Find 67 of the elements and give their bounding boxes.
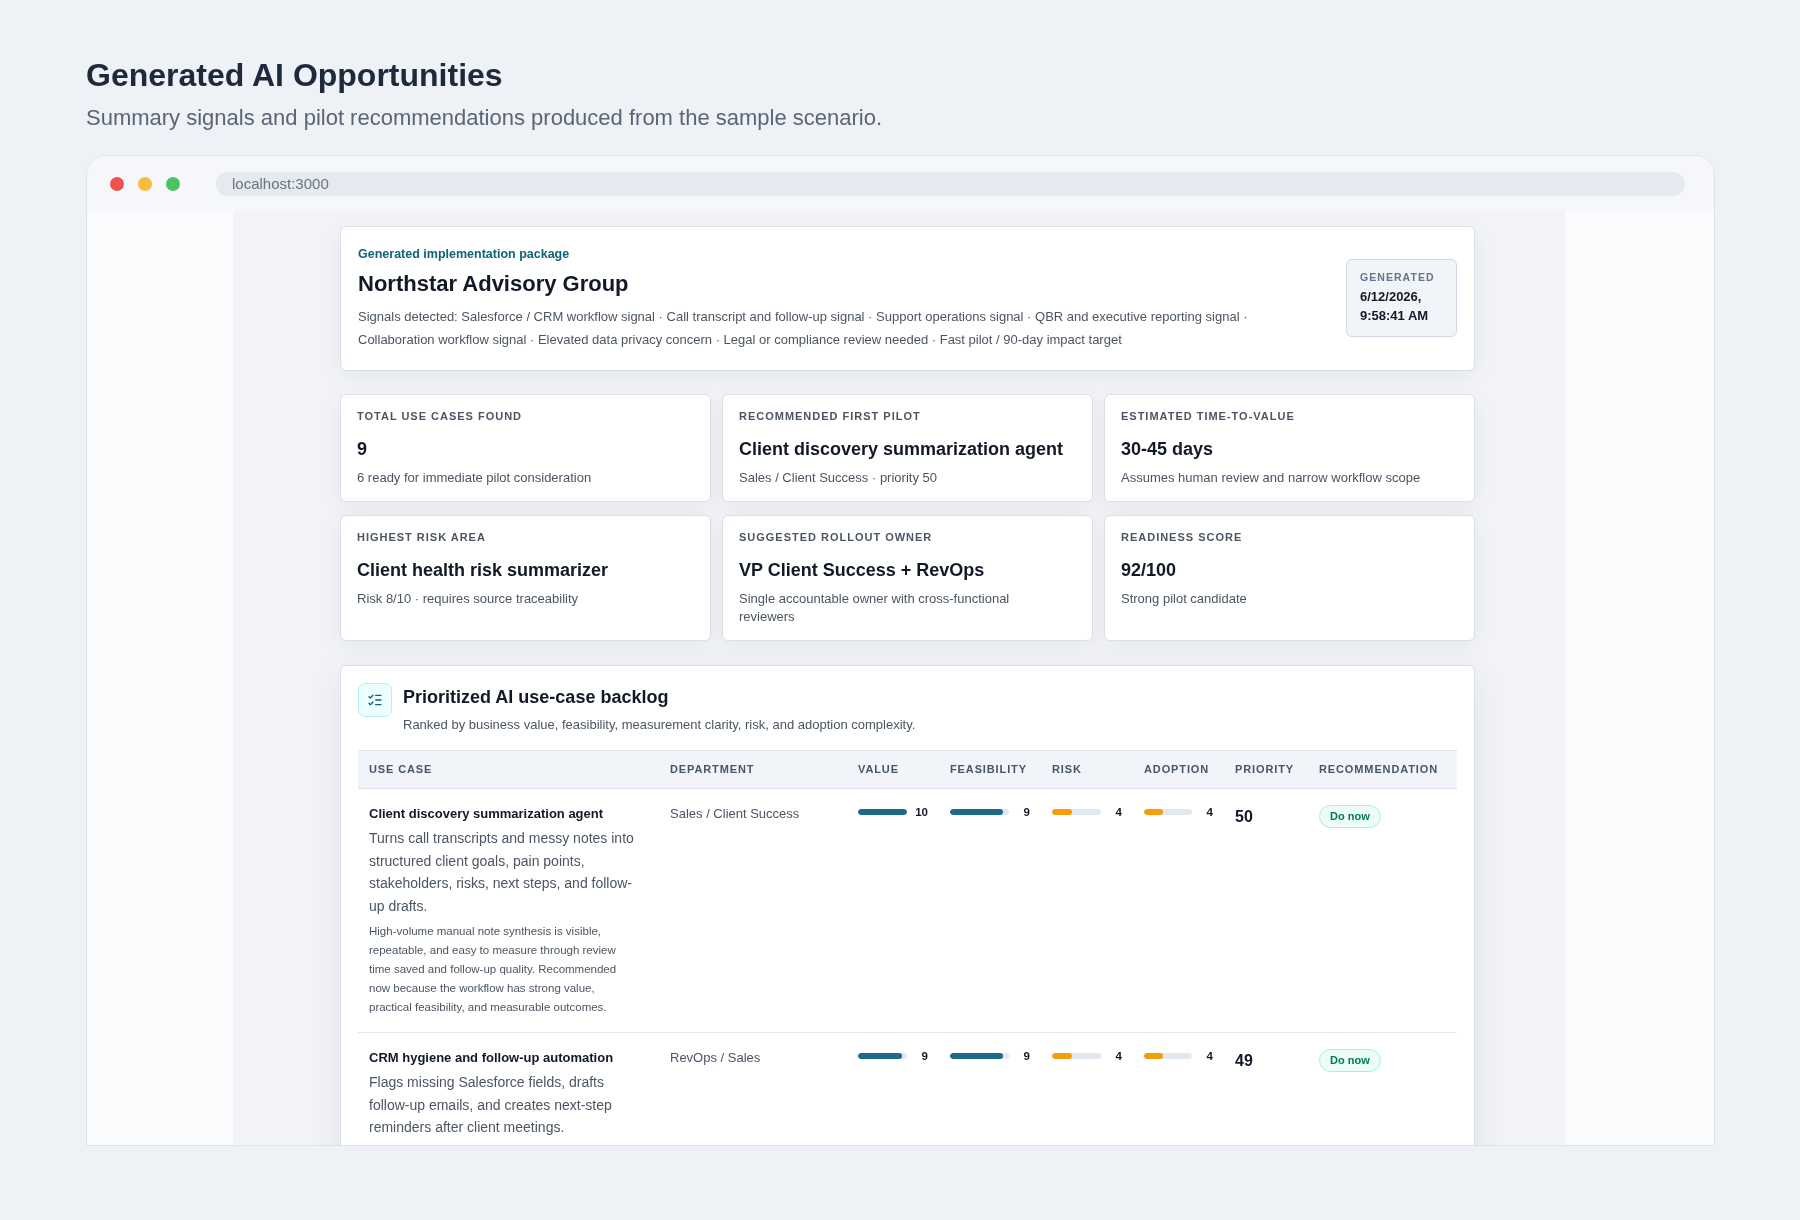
score-bar [1144,1053,1192,1059]
column-header: RECOMMENDATION [1318,762,1440,777]
use-case-description: Flags missing Salesforce fields, drafts follow-up emails, and creates next-step reminders after client meetings. [369,1073,613,1137]
score-value: 10 [914,805,928,819]
column-header: USE CASE [368,762,434,777]
score-bar [1144,809,1192,815]
score-bar [858,1053,907,1059]
minimize-dot-icon[interactable] [138,176,152,191]
priority-value: 49 [1235,1052,1253,1070]
score-bar [1052,809,1101,815]
column-header: PRIORITY [1234,762,1295,777]
column-header: ADOPTION [1143,762,1211,777]
score-value: 4 [1205,1049,1213,1063]
use-case-rationale: High-volume manual note synthesis is visible, repeatable, and easy to measure through review time saved and follow-up quality. Recommended now because the workflow has strong value, practical feasibility, and measurable outcomes. [369,924,618,1015]
stat-label: TOTAL USE CASES FOUND [357,409,523,424]
close-dot-icon[interactable] [110,176,124,191]
department-name: RevOps / Sales [670,1049,761,1067]
address-field[interactable]: localhost:3000 [216,171,1685,196]
score-value: 4 [1205,805,1213,819]
stat-label: RECOMMENDED FIRST PILOT [739,409,921,424]
score-value: 9 [1022,805,1030,819]
package-label: Generated implementation package [358,246,570,263]
stat-note: Risk 8/10 · requires source traceability [357,590,579,608]
generated-time: 6/12/2026, 9:58:41 AM [1360,288,1430,325]
score-value: 9 [1022,1049,1030,1063]
column-header: FEASIBILITY [949,762,1028,777]
stat-value: Client health risk summarizer [357,559,609,582]
page-subtitle: Summary signals and pilot recommendations produced from the sample scenario. [86,104,883,131]
backlog-subtitle: Ranked by business value, feasibility, measurement clarity, risk, and adoption complexity. [403,716,916,734]
score-value: 4 [1114,1049,1122,1063]
score-value: 4 [1114,805,1122,819]
score-value: 9 [920,1049,928,1063]
score-bar [950,809,1009,815]
recommendation-badge: Do now [1319,1049,1381,1072]
use-case-title: CRM hygiene and follow-up automation [369,1049,614,1067]
use-case-description: Turns call transcripts and messy notes into structured client goals, pain points, stakeholders, risks, next steps, and follow-up drafts. [369,829,635,916]
stat-note: Strong pilot candidate [1121,590,1247,608]
column-header: RISK [1051,762,1083,777]
stat-label: HIGHEST RISK AREA [357,530,486,545]
backlog-title: Prioritized AI use-case backlog [403,686,669,709]
priority-value: 50 [1235,808,1253,826]
stat-value: 92/100 [1121,559,1177,582]
stat-value: VP Client Success + RevOps [739,559,985,582]
stat-value: Client discovery summarization agent [739,438,1064,461]
use-case-title: Client discovery summarization agent [369,805,604,823]
score-bar [858,809,907,815]
stat-note: Assumes human review and narrow workflow scope [1121,469,1421,487]
column-header: VALUE [857,762,900,777]
checklist-icon [358,683,392,717]
stat-note: Sales / Client Success · priority 50 [739,469,937,487]
stat-note: 6 ready for immediate pilot consideration [357,469,592,487]
stat-label: SUGGESTED ROLLOUT OWNER [739,530,933,545]
stat-value: 9 [357,438,367,461]
score-bar [1052,1053,1101,1059]
score-bar [950,1053,1009,1059]
stat-label: ESTIMATED TIME-TO-VALUE [1121,409,1295,424]
generated-label: GENERATED [1360,270,1435,285]
page-title: Generated AI Opportunities [86,56,503,94]
column-header: DEPARTMENT [669,762,756,777]
recommendation-badge: Do now [1319,805,1381,828]
stat-note: Single accountable owner with cross-functional reviewers [739,590,1011,626]
department-name: Sales / Client Success [670,805,800,823]
maximize-dot-icon[interactable] [166,176,180,191]
stat-value: 30-45 days [1121,438,1214,461]
stat-label: READINESS SCORE [1121,530,1243,545]
client-name: Northstar Advisory Group [358,270,629,298]
signals-text: Signals detected: Salesforce / CRM workflow signal · Call transcript and follow-up signal · Support operations signal · QBR and executive reporting signal · Collaboration workflow signal · Elevated data privacy concern · Legal or compliance review needed · Fast pilot / 90-day impact target [358,308,1249,349]
